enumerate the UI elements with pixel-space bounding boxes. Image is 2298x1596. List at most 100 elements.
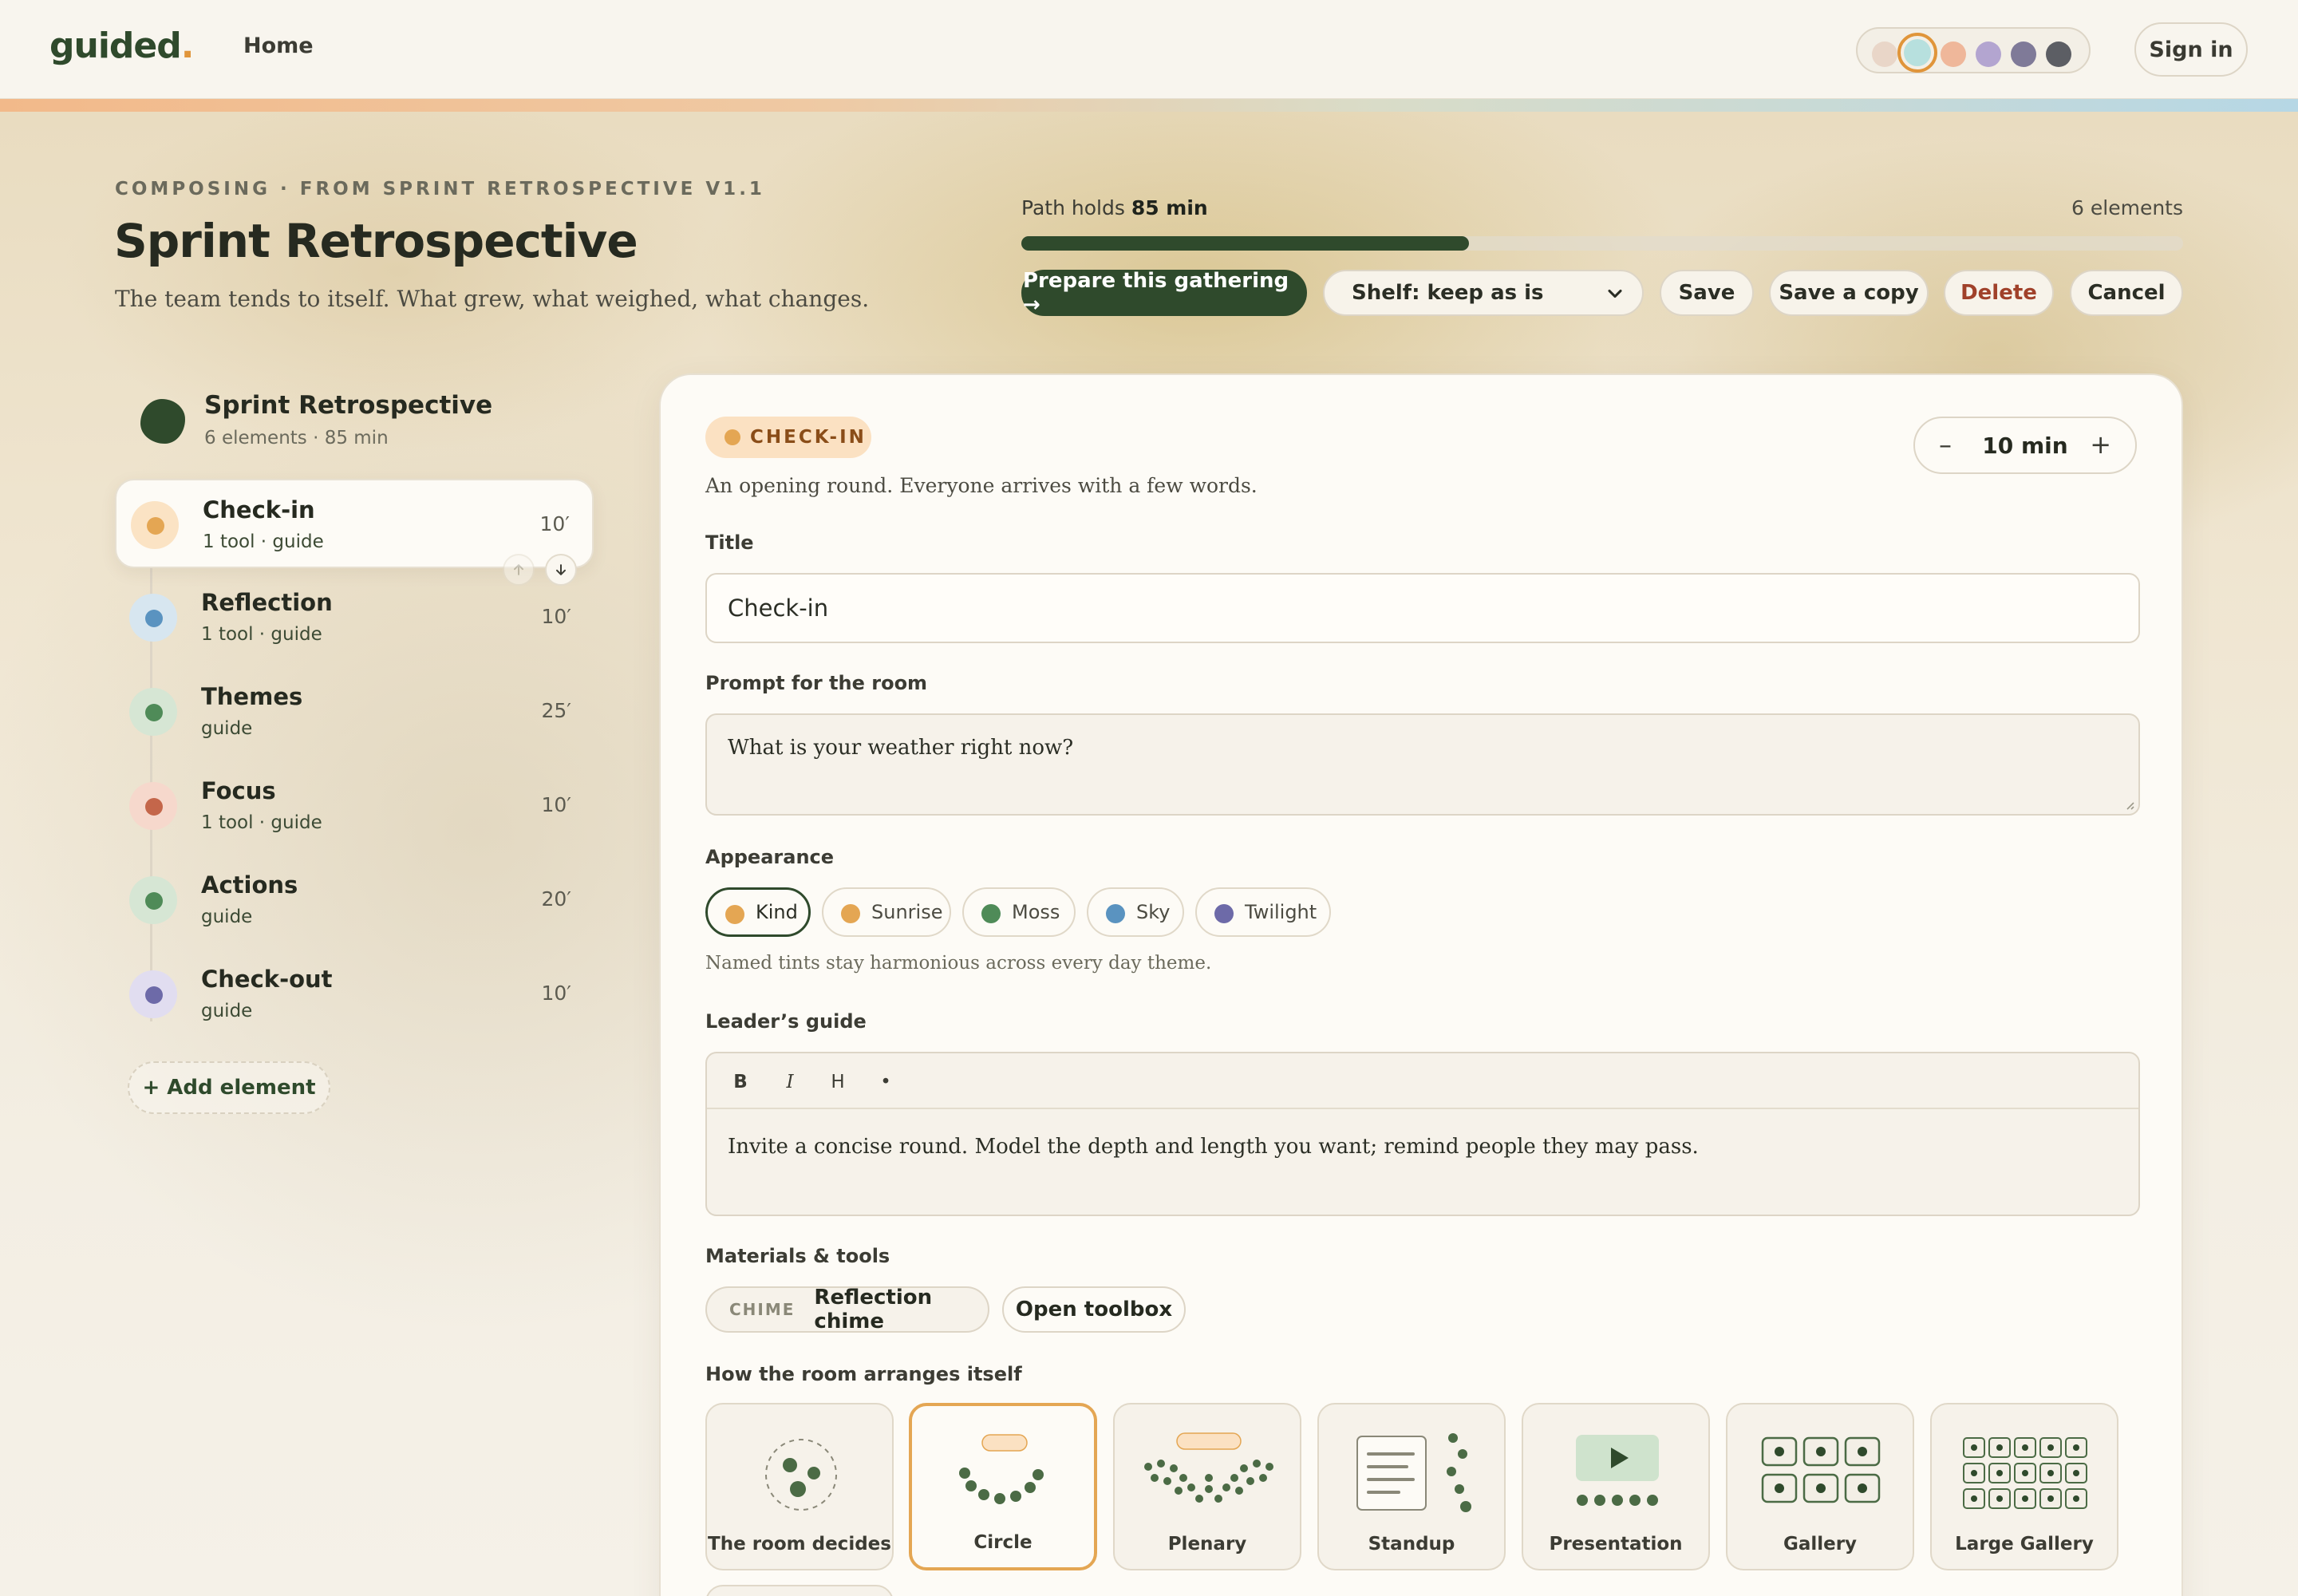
- path-progress-fill: [1021, 236, 1469, 251]
- rail-meta: 6 elements · 85 min: [204, 428, 389, 448]
- rail-item-name: Themes: [201, 683, 303, 710]
- gallery-tile-dot: [1971, 1470, 1977, 1476]
- rail-item-reflection[interactable]: Reflection 1 tool · guide 10′: [115, 573, 594, 662]
- logo[interactable]: guided.: [49, 26, 194, 66]
- arrangement-gallery[interactable]: Gallery: [1726, 1403, 1914, 1570]
- shelf-select[interactable]: Shelf: keep as is: [1323, 270, 1644, 316]
- gallery-tile-dot: [1971, 1495, 1977, 1502]
- add-element-button[interactable]: + Add element: [128, 1061, 330, 1114]
- large-gallery-icon: [1963, 1437, 2087, 1509]
- element-dot-icon: [145, 704, 163, 721]
- gallery-tile-dot: [2022, 1495, 2028, 1502]
- rail-item-check-out[interactable]: Check-out guide 10′: [115, 950, 594, 1039]
- rail-title: Sprint Retrospective: [204, 391, 493, 420]
- tint-moss[interactable]: Moss: [962, 887, 1076, 937]
- leaders-guide-label: Leader’s guide: [705, 1010, 867, 1033]
- rail-item-duration: 10′: [541, 982, 572, 1005]
- element-dot-icon: [145, 610, 163, 627]
- plenary-icon: [1144, 1432, 1273, 1503]
- rail-item-meta: 1 tool · guide: [201, 812, 322, 833]
- rail-item-focus[interactable]: Focus 1 tool · guide 10′: [115, 761, 594, 851]
- resize-grip-icon[interactable]: [2122, 798, 2135, 811]
- arrangement-plenary[interactable]: Plenary: [1113, 1403, 1301, 1570]
- theme-switcher: [1856, 27, 2091, 73]
- theme-swatch[interactable]: [1872, 41, 1897, 67]
- prompt-textarea[interactable]: What is your weather right now?: [705, 713, 2140, 816]
- path-progress-bar: [1021, 236, 2183, 251]
- action-bar: Prepare this gathering → Shelf: keep as …: [1021, 269, 2183, 317]
- gallery-tile-dot: [2073, 1495, 2079, 1502]
- tool-chip-reflection-chime[interactable]: CHIME Reflection chime: [705, 1286, 989, 1333]
- tint-sunrise[interactable]: Sunrise: [822, 887, 951, 937]
- tool-tag: CHIME: [729, 1300, 796, 1319]
- theme-swatch[interactable]: [2046, 41, 2071, 67]
- increase-duration-button[interactable]: +: [2090, 429, 2111, 460]
- tint-sky[interactable]: Sky: [1087, 887, 1184, 937]
- tint-kind[interactable]: Kind: [705, 887, 811, 937]
- cancel-button[interactable]: Cancel: [2070, 270, 2183, 316]
- rail-item-duration: 10′: [539, 512, 571, 535]
- path-blob-icon: [140, 399, 185, 444]
- rail-item-meta: 1 tool · guide: [203, 531, 324, 552]
- prepare-gathering-button[interactable]: Prepare this gathering →: [1021, 269, 1307, 317]
- arrangement-more[interactable]: [705, 1585, 894, 1596]
- delete-button[interactable]: Delete: [1944, 270, 2054, 316]
- title-label: Title: [705, 531, 754, 554]
- title-input[interactable]: Check-in: [705, 573, 2140, 643]
- rail-item-meta: 1 tool · guide: [201, 624, 322, 645]
- gallery-tile-dot: [1996, 1470, 2003, 1476]
- materials-label: Materials & tools: [705, 1245, 890, 1267]
- element-description: An opening round. Everyone arrives with …: [705, 474, 1258, 497]
- move-up-icon[interactable]: [503, 554, 535, 586]
- rail-item-themes[interactable]: Themes guide 25′: [115, 667, 594, 757]
- arrangement-room-decides[interactable]: The room decides: [705, 1403, 894, 1570]
- shelf-select-value: Shelf: keep as is: [1352, 281, 1544, 305]
- leaders-guide-editor[interactable]: B I H • Invite a concise round. Model th…: [705, 1052, 2140, 1216]
- rich-text-toolbar: B I H •: [707, 1053, 2138, 1109]
- page-subtitle: The team tends to itself. What grew, wha…: [115, 286, 870, 312]
- rail-item-name: Reflection: [201, 589, 333, 616]
- presentation-icon: [1576, 1435, 1659, 1506]
- sign-in-button[interactable]: Sign in: [2134, 22, 2248, 77]
- theme-swatch[interactable]: [1976, 41, 2001, 67]
- accent-stripe: [0, 99, 2298, 112]
- move-down-icon[interactable]: [545, 554, 577, 586]
- heading-button[interactable]: H: [823, 1068, 852, 1096]
- room-decides-icon: [765, 1439, 837, 1511]
- bold-button[interactable]: B: [726, 1068, 755, 1096]
- arrangement-circle[interactable]: Circle: [909, 1403, 1097, 1570]
- theme-swatch-active[interactable]: [1897, 33, 1937, 73]
- theme-swatch[interactable]: [1941, 41, 1966, 67]
- appearance-label: Appearance: [705, 846, 835, 868]
- gallery-tile-dot: [2047, 1470, 2054, 1476]
- theme-swatch[interactable]: [2011, 41, 2036, 67]
- circle-icon: [959, 1434, 1044, 1504]
- nav-home-link[interactable]: Home: [243, 34, 314, 58]
- page-title: Sprint Retrospective: [114, 214, 638, 268]
- rail-item-duration: 20′: [541, 887, 572, 911]
- element-dot-icon: [145, 892, 163, 910]
- standup-icon: [1356, 1433, 1471, 1512]
- arrangement-presentation[interactable]: Presentation: [1522, 1403, 1710, 1570]
- gallery-tile-dot: [2022, 1470, 2028, 1476]
- save-button[interactable]: Save: [1660, 270, 1754, 316]
- chevron-down-icon: [1608, 289, 1622, 298]
- element-dot-icon: [145, 798, 163, 816]
- tint-twilight[interactable]: Twilight: [1195, 887, 1331, 937]
- element-kind-badge: CHECK-IN: [705, 417, 871, 458]
- open-toolbox-button[interactable]: Open toolbox: [1002, 1286, 1186, 1333]
- tint-hint: Named tints stay harmonious across every…: [705, 953, 1212, 974]
- rail-item-name: Focus: [201, 777, 276, 804]
- duration-stepper: – 10 min +: [1913, 417, 2137, 474]
- prompt-label: Prompt for the room: [705, 672, 928, 694]
- arrangement-large-gallery[interactable]: Large Gallery: [1930, 1403, 2118, 1570]
- rail-item-actions[interactable]: Actions guide 20′: [115, 855, 594, 945]
- italic-button[interactable]: I: [776, 1068, 804, 1096]
- leaders-guide-text[interactable]: Invite a concise round. Model the depth …: [728, 1135, 1699, 1159]
- bullet-list-button[interactable]: •: [871, 1068, 900, 1096]
- arrangement-label: How the room arranges itself: [705, 1363, 1022, 1385]
- kind-dot-icon: [725, 429, 740, 445]
- arrangement-standup[interactable]: Standup: [1317, 1403, 1506, 1570]
- save-copy-button[interactable]: Save a copy: [1769, 270, 1929, 316]
- top-bar: guided. Home Sign in: [0, 0, 2298, 99]
